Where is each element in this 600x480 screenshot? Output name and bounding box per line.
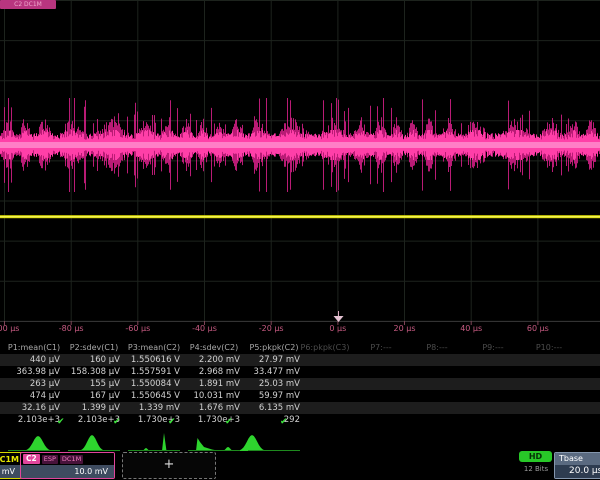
time-tick-label: 40 µs	[449, 324, 493, 333]
measure-status-row: ✔ ✔ ✔ ✔ ✔	[0, 417, 600, 429]
measure-value: 1.399 µV	[65, 403, 120, 413]
c1-label: C1 DC1M	[0, 455, 19, 464]
measure-column-header: P5:pkpk(C2)	[245, 343, 303, 352]
hd-bits-label: 12 Bits	[514, 465, 558, 473]
histicon	[24, 436, 52, 451]
histicon	[238, 435, 266, 451]
time-tick-label: 20 µs	[383, 324, 427, 333]
time-tick-label: -100 µs	[0, 324, 27, 333]
measure-value: 440 µV	[5, 355, 60, 365]
channel-c1-descriptor[interactable]: C1 DC1M 50.0 mV	[0, 452, 22, 479]
status-check-icon: ✔	[168, 417, 176, 427]
measure-value: 10.031 mV	[185, 391, 240, 401]
measure-value: 1.339 mV	[125, 403, 180, 413]
measure-value: 27.97 mV	[245, 355, 300, 365]
measure-value: 2.968 mV	[185, 367, 240, 377]
histicons	[24, 433, 266, 451]
time-tick-label: 0 µs	[316, 324, 360, 333]
measure-value: 1.550084 V	[125, 379, 180, 389]
status-check-icon: ✔	[113, 417, 121, 427]
c2-tag-coupling: DC1M	[60, 455, 83, 464]
measure-value: 1.676 mV	[185, 403, 240, 413]
status-check-icon: ✔	[280, 417, 288, 427]
trace-c1-line-core	[0, 216, 600, 217]
time-tick-label: -80 µs	[49, 324, 93, 333]
measure-column-header: P2:sdev(C1)	[65, 343, 123, 352]
timebase-scale: 20.0 µs	[555, 465, 600, 478]
trace-c2-hotband	[0, 142, 600, 148]
measure-column-header-inactive: P6:pkpk(C3)	[297, 343, 353, 352]
measure-column-header: P3:mean(C2)	[125, 343, 183, 352]
measure-value: 1.550645 V	[125, 391, 180, 401]
trace-source-badge: C2 DC1M	[0, 0, 56, 9]
measure-column-header-inactive: P8:---	[409, 343, 465, 352]
c2-scale: 10.0 mV	[21, 465, 114, 478]
status-check-icon: ✔	[57, 417, 65, 427]
c2-tag-esp: ESP	[42, 455, 58, 464]
status-check-icon: ✔	[225, 417, 233, 427]
time-tick-label: -20 µs	[249, 324, 293, 333]
timebase-label: Tbase	[555, 453, 600, 465]
time-tick-label: -40 µs	[183, 324, 227, 333]
measure-column-header: P4:sdev(C2)	[185, 343, 243, 352]
plus-icon: +	[164, 457, 175, 472]
measure-value: 363.98 µV	[5, 367, 60, 377]
measure-value: 1.550616 V	[125, 355, 180, 365]
measure-value: 155 µV	[65, 379, 120, 389]
measure-column-header: P1:mean(C1)	[5, 343, 63, 352]
timebase-descriptor[interactable]: Tbase 20.0 µs	[554, 452, 600, 479]
measure-value: 2.200 mV	[185, 355, 240, 365]
measure-value: 59.97 mV	[245, 391, 300, 401]
measure-column-header-inactive: P10:---	[521, 343, 577, 352]
measure-column-header-inactive: P7:---	[353, 343, 409, 352]
histicon	[79, 435, 105, 451]
measure-value: 6.135 mV	[245, 403, 300, 413]
measure-value: 1.557591 V	[125, 367, 180, 377]
measure-value: 160 µV	[65, 355, 120, 365]
histicon	[196, 438, 220, 451]
measure-value: 158.308 µV	[65, 367, 120, 377]
measure-value: 1.891 mV	[185, 379, 240, 389]
time-axis: -100 µs -80 µs -60 µs -40 µs -20 µs 0 µs 20 µs…	[0, 322, 600, 336]
measure-value: 33.477 mV	[245, 367, 300, 377]
hd-mode-badge[interactable]: HD	[519, 451, 552, 462]
measure-value: 25.03 mV	[245, 379, 300, 389]
measure-value: 474 µV	[5, 391, 60, 401]
add-trace-button[interactable]: +	[122, 452, 216, 479]
c2-badge: C2	[23, 454, 40, 464]
oscilloscope-screen: C2 DC1M -100 µs -80 µs -60 µs -40 µs -20 µs 0…	[0, 0, 600, 480]
c1-scale: 50.0 mV	[0, 465, 21, 478]
measure-value: 167 µV	[65, 391, 120, 401]
histicon	[162, 433, 167, 451]
time-tick-label: 60 µs	[516, 324, 560, 333]
measure-value: 263 µV	[5, 379, 60, 389]
time-tick-label: -60 µs	[116, 324, 160, 333]
channel-c2-descriptor[interactable]: C2 ESP DC1M 10.0 mV	[20, 452, 115, 479]
measure-column-header-inactive: P9:---	[465, 343, 521, 352]
measure-value: 32.16 µV	[5, 403, 60, 413]
